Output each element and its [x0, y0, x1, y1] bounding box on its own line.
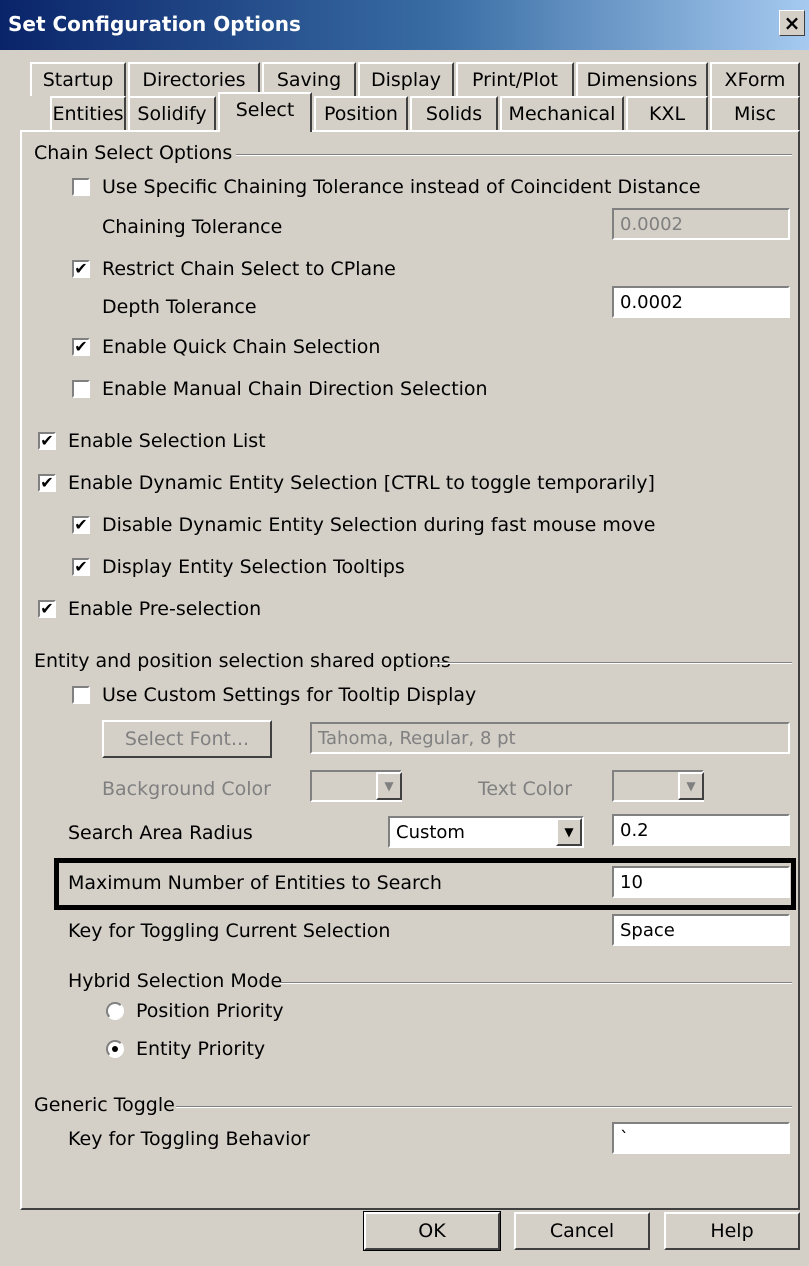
quick-chain-checkbox[interactable]: ✔	[72, 338, 90, 356]
tab-solidify[interactable]: Solidify	[128, 96, 216, 130]
search-radius-label: Search Area Radius	[68, 822, 253, 844]
shared-group-divider	[432, 662, 792, 664]
disable-fast-move-label: Disable Dynamic Entity Selection during …	[102, 514, 656, 536]
tab-kxl[interactable]: KXL	[626, 96, 708, 130]
chaining-tolerance-field[interactable]: 0.0002	[612, 208, 790, 240]
generic-group-divider	[176, 1106, 792, 1108]
background-color-label: Background Color	[102, 778, 271, 800]
manual-direction-checkbox[interactable]	[72, 380, 90, 398]
preselection-label: Enable Pre-selection	[68, 598, 262, 620]
chain-group-label: Chain Select Options	[34, 142, 233, 164]
use-specific-tolerance-checkbox[interactable]	[72, 178, 90, 196]
dynamic-selection-checkbox[interactable]: ✔	[38, 474, 56, 492]
close-icon[interactable]: ×	[779, 10, 805, 36]
quick-chain-label: Enable Quick Chain Selection	[102, 336, 381, 358]
hybrid-group-divider	[280, 982, 792, 984]
ok-button[interactable]: OK	[363, 1211, 501, 1251]
max-entities-field[interactable]: 10	[612, 866, 790, 898]
selection-list-label: Enable Selection List	[68, 430, 266, 452]
tab-solids[interactable]: Solids	[410, 96, 498, 130]
text-color-dropdown-icon[interactable]: ▼	[678, 772, 704, 800]
config-dialog: Set Configuration Options × Startup Dire…	[0, 0, 809, 1266]
tab-mechanical[interactable]: Mechanical	[500, 96, 624, 130]
chaining-tolerance-label: Chaining Tolerance	[102, 216, 283, 238]
toggle-key-field[interactable]: Space	[612, 914, 790, 946]
tab-saving[interactable]: Saving	[262, 62, 356, 96]
tab-directories[interactable]: Directories	[128, 62, 260, 96]
dynamic-selection-label: Enable Dynamic Entity Selection [CTRL to…	[68, 472, 655, 494]
tab-xform[interactable]: XForm	[710, 62, 800, 96]
position-priority-label: Position Priority	[136, 1000, 284, 1022]
tooltips-checkbox[interactable]: ✔	[72, 558, 90, 576]
entity-priority-label: Entity Priority	[136, 1038, 266, 1060]
radio-selected-dot	[112, 1046, 118, 1052]
chain-group-divider	[236, 154, 792, 156]
toggle-behavior-field[interactable]: `	[612, 1122, 790, 1154]
max-entities-label: Maximum Number of Entities to Search	[68, 872, 442, 894]
custom-tooltip-checkbox[interactable]	[72, 686, 90, 704]
preselection-checkbox[interactable]: ✔	[38, 600, 56, 618]
use-specific-tolerance-label: Use Specific Chaining Tolerance instead …	[102, 176, 701, 198]
help-button[interactable]: Help	[664, 1212, 800, 1250]
toggle-behavior-label: Key for Toggling Behavior	[68, 1128, 310, 1150]
generic-group-label: Generic Toggle	[34, 1094, 175, 1116]
tab-entities[interactable]: Entities	[50, 96, 126, 130]
tab-startup[interactable]: Startup	[30, 62, 126, 96]
cancel-button[interactable]: Cancel	[514, 1212, 650, 1250]
background-color-dropdown-icon[interactable]: ▼	[376, 772, 402, 800]
entity-priority-radio[interactable]	[106, 1040, 124, 1058]
title-bar: Set Configuration Options ×	[0, 0, 809, 50]
manual-direction-label: Enable Manual Chain Direction Selection	[102, 378, 488, 400]
restrict-cplane-checkbox[interactable]: ✔	[72, 260, 90, 278]
select-font-button[interactable]: Select Font...	[102, 720, 272, 758]
tab-select[interactable]: Select	[218, 92, 312, 132]
tab-dimensions[interactable]: Dimensions	[576, 62, 708, 96]
search-radius-dropdown-icon[interactable]: ▼	[556, 818, 582, 846]
tab-misc[interactable]: Misc	[710, 96, 800, 130]
font-display-field: Tahoma, Regular, 8 pt	[310, 722, 790, 754]
toggle-key-label: Key for Toggling Current Selection	[68, 920, 391, 942]
tab-print-plot[interactable]: Print/Plot	[456, 62, 574, 96]
hybrid-group-label: Hybrid Selection Mode	[68, 970, 283, 992]
tab-display[interactable]: Display	[358, 62, 454, 96]
depth-tolerance-field[interactable]: 0.0002	[612, 286, 790, 318]
tooltips-label: Display Entity Selection Tooltips	[102, 556, 405, 578]
disable-fast-move-checkbox[interactable]: ✔	[72, 516, 90, 534]
window-title: Set Configuration Options	[8, 12, 301, 36]
search-radius-value-field[interactable]: 0.2	[612, 814, 790, 846]
restrict-cplane-label: Restrict Chain Select to CPlane	[102, 258, 396, 280]
text-color-label: Text Color	[478, 778, 573, 800]
search-radius-mode-select[interactable]: Custom	[388, 816, 584, 848]
shared-group-label: Entity and position selection shared opt…	[34, 650, 451, 672]
tab-position[interactable]: Position	[314, 96, 408, 130]
custom-tooltip-label: Use Custom Settings for Tooltip Display	[102, 684, 477, 706]
position-priority-radio[interactable]	[106, 1002, 124, 1020]
depth-tolerance-label: Depth Tolerance	[102, 296, 257, 318]
selection-list-checkbox[interactable]: ✔	[38, 432, 56, 450]
